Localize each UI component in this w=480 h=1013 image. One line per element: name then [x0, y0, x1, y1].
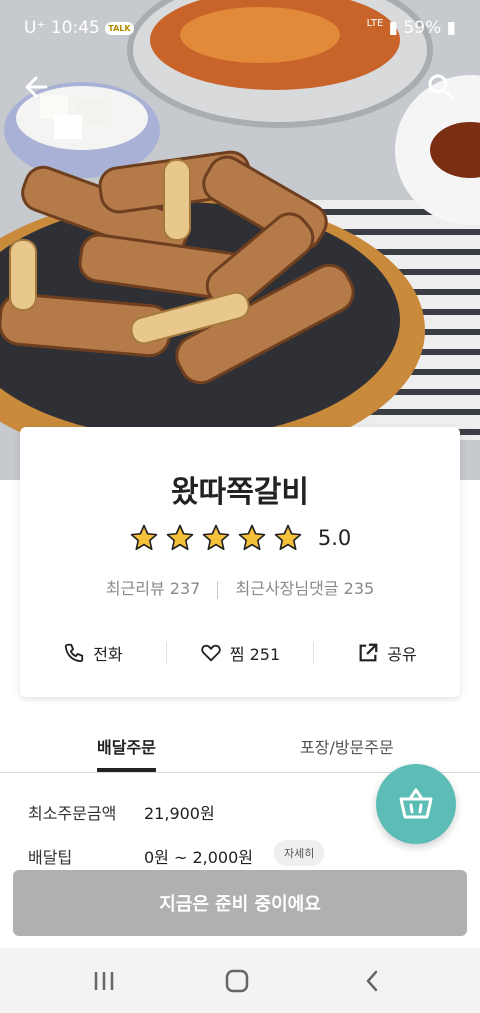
store-info-card: 왔따쪽갈비 5.0 최근리뷰 237 최근사장님댓글 235 전화 찜 251	[20, 427, 460, 697]
cart-button[interactable]	[376, 764, 456, 844]
review-counts: 최근리뷰 237 최근사장님댓글 235	[20, 575, 460, 599]
recent-apps-button[interactable]	[90, 966, 120, 996]
status-time: 10:45	[50, 18, 100, 38]
battery-percent: 59%	[403, 18, 442, 38]
hero-food-photo: U⁺ 10:45 TALK LTE ▮ 59% ▮	[0, 0, 480, 480]
food-illustration	[0, 0, 480, 480]
phone-icon	[65, 643, 84, 663]
star-icon	[202, 524, 230, 551]
store-name: 왔따쪽갈비	[171, 475, 309, 510]
owner-comments[interactable]: 최근사장님댓글 235	[236, 579, 375, 598]
tab-pickup[interactable]: 포장/방문주문	[300, 734, 394, 758]
share-icon	[359, 643, 378, 662]
search-button[interactable]	[426, 72, 458, 104]
star-rating	[129, 523, 303, 553]
rating-value: 5.0	[317, 526, 352, 550]
search-icon	[428, 74, 454, 100]
status-bar: U⁺ 10:45 TALK LTE ▮ 59% ▮	[0, 0, 480, 58]
back-arrow-button[interactable]	[22, 72, 54, 104]
back-icon	[366, 970, 378, 992]
kakaotalk-icon: TALK	[105, 21, 134, 35]
star-icon	[130, 524, 158, 551]
signal-icon: ▮	[388, 18, 399, 38]
home-icon	[225, 969, 249, 993]
star-icon	[274, 524, 302, 551]
delivery-tip-detail-button[interactable]: 자세히	[274, 840, 325, 866]
carrier-label: U⁺	[24, 18, 46, 38]
min-order-value: 21,900원	[144, 804, 215, 823]
action-row: 전화 찜 251 공유	[20, 633, 460, 673]
battery-icon: ▮	[446, 18, 456, 38]
status-left: U⁺ 10:45 TALK	[24, 18, 134, 38]
delivery-tip-value: 0원 ~ 2,000원	[144, 848, 254, 867]
tab-delivery[interactable]: 배달주문	[97, 734, 156, 772]
favorite-label: 찜 251	[229, 645, 281, 664]
home-button[interactable]	[222, 966, 252, 996]
call-button[interactable]: 전화	[20, 633, 166, 673]
rating-row: 5.0	[20, 523, 460, 553]
recent-reviews[interactable]: 최근리뷰 237	[106, 579, 201, 598]
star-icon	[238, 524, 266, 551]
favorite-button[interactable]: 찜 251	[167, 633, 313, 673]
heart-icon	[201, 644, 221, 662]
delivery-tip-label: 배달팁	[28, 848, 73, 867]
back-button[interactable]	[358, 966, 388, 996]
status-right: LTE ▮ 59% ▮	[367, 18, 456, 38]
network-label: LTE	[366, 18, 384, 29]
star-icon	[166, 524, 194, 551]
basket-icon	[399, 788, 433, 819]
min-order-label: 최소주문금액	[28, 804, 117, 823]
recent-apps-icon	[94, 972, 114, 990]
share-label: 공유	[387, 645, 417, 664]
order-button-disabled[interactable]: 지금은 준비 중이에요	[13, 870, 467, 936]
share-button[interactable]: 공유	[314, 633, 460, 673]
call-label: 전화	[93, 645, 123, 664]
system-nav-bar	[0, 948, 480, 1013]
back-arrow-icon	[25, 76, 48, 98]
divider	[217, 580, 219, 599]
